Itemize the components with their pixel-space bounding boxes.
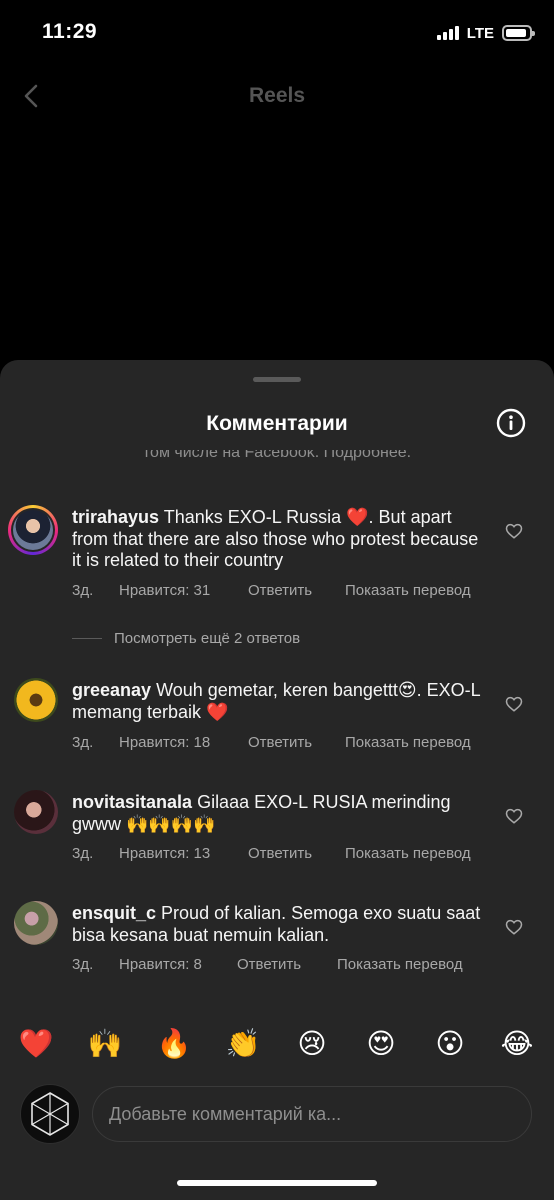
network-label: LTE: [466, 24, 494, 42]
reels-screen: 11:29 LTE Reels Комментарии том числе на…: [0, 0, 554, 1200]
clipped-notice-text: том числе на Facebook. Подробнее.: [142, 450, 412, 461]
comment-time: 3д.: [72, 956, 94, 973]
comment-item: trirahayus Thanks EXO-L Russia ❤️. But a…: [0, 505, 554, 647]
comment-composer: [0, 1084, 554, 1146]
like-button[interactable]: [505, 695, 523, 713]
info-icon: [496, 408, 526, 438]
comment-item: novitasitanala Gilaaa EXO-L RUSIA merind…: [0, 790, 554, 880]
status-time: 11:29: [42, 20, 98, 43]
translate-button[interactable]: Показать перевод: [345, 845, 471, 862]
emoji-raised-hands-button[interactable]: 🙌: [85, 1026, 125, 1062]
translate-button[interactable]: Показать перевод: [337, 956, 463, 973]
comment-meta: 3д. Нравится: 13 Ответить Показать перев…: [72, 845, 471, 862]
comment-input[interactable]: [92, 1086, 532, 1142]
heart-outline-icon: [505, 696, 523, 712]
status-bar: 11:29 LTE: [0, 0, 554, 66]
avatar[interactable]: [14, 790, 58, 834]
view-more-replies-label[interactable]: Посмотреть ещё 2 ответов: [114, 630, 300, 647]
signal-icon: [436, 26, 459, 40]
emoji-cry-button[interactable]: 😢: [292, 1026, 332, 1062]
comment-body: ensquit_c Proud of kalian. Semoga exo su…: [72, 903, 492, 946]
comment-username[interactable]: greeanay: [72, 680, 151, 700]
heart-outline-icon: [505, 919, 523, 935]
comment-meta: 3д. Нравится: 8 Ответить Показать перево…: [72, 956, 463, 973]
avatar[interactable]: [8, 505, 58, 555]
emoji-clap-button[interactable]: 👏: [223, 1026, 263, 1062]
like-button[interactable]: [505, 807, 523, 825]
comment-username[interactable]: novitasitanala: [72, 792, 192, 812]
comment-likes[interactable]: Нравится: 31: [119, 582, 248, 599]
comment-likes[interactable]: Нравится: 18: [119, 734, 248, 751]
top-nav: Reels: [0, 70, 554, 126]
info-button[interactable]: [496, 408, 526, 438]
emoji-surprised-button[interactable]: 😮: [430, 1026, 470, 1062]
comment-meta: 3д. Нравится: 18 Ответить Показать перев…: [72, 734, 471, 751]
heart-outline-icon: [505, 808, 523, 824]
replies-divider: [72, 637, 102, 639]
comment-likes[interactable]: Нравится: 13: [119, 845, 248, 862]
comment-time: 3д.: [72, 734, 94, 751]
comment-body: trirahayus Thanks EXO-L Russia ❤️. But a…: [72, 507, 492, 572]
page-title: Reels: [248, 84, 306, 107]
emoji-heart-button[interactable]: ❤️: [16, 1026, 56, 1062]
emoji-fire-button[interactable]: 🔥: [154, 1026, 194, 1062]
comment-time: 3д.: [72, 582, 94, 599]
comment-meta: 3д. Нравится: 31 Ответить Показать перев…: [72, 582, 471, 599]
sheet-title: Комментарии: [206, 412, 348, 435]
avatar[interactable]: [14, 678, 58, 722]
heart-outline-icon: [505, 523, 523, 539]
battery-icon: [502, 25, 535, 41]
reply-button[interactable]: Ответить: [237, 956, 337, 973]
comment-time: 3д.: [72, 845, 94, 862]
like-button[interactable]: [505, 522, 523, 540]
comments-sheet: Комментарии том числе на Facebook. Подро…: [0, 360, 554, 1200]
exo-logo-icon: [31, 1092, 69, 1136]
user-avatar[interactable]: [20, 1084, 80, 1144]
sheet-drag-handle[interactable]: [253, 377, 301, 382]
clipped-notice: том числе на Facebook. Подробнее.: [0, 450, 554, 462]
emoji-heart-eyes-button[interactable]: 😍: [361, 1026, 401, 1062]
home-indicator: [177, 1180, 377, 1186]
comment-body: greeanay Wouh gemetar, keren bangettt😍. …: [72, 680, 492, 723]
emoji-laugh-button[interactable]: 😂: [497, 1026, 537, 1062]
quick-emoji-bar: ❤️ 🙌 🔥 👏 😢 😍 😮 😂: [0, 1026, 554, 1062]
comment-item: ensquit_c Proud of kalian. Semoga exo su…: [0, 901, 554, 991]
translate-button[interactable]: Показать перевод: [345, 734, 471, 751]
view-more-replies[interactable]: Посмотреть ещё 2 ответов: [72, 628, 300, 648]
reply-button[interactable]: Ответить: [248, 582, 345, 599]
avatar[interactable]: [14, 901, 58, 945]
comment-likes[interactable]: Нравится: 8: [119, 956, 237, 973]
status-indicators: LTE: [436, 22, 535, 44]
comment-item: greeanay Wouh gemetar, keren bangettt😍. …: [0, 678, 554, 768]
like-button[interactable]: [505, 918, 523, 936]
comment-body: novitasitanala Gilaaa EXO-L RUSIA merind…: [72, 792, 492, 835]
comment-username[interactable]: ensquit_c: [72, 903, 156, 923]
comment-username[interactable]: trirahayus: [72, 507, 159, 527]
translate-button[interactable]: Показать перевод: [345, 582, 471, 599]
reply-button[interactable]: Ответить: [248, 734, 345, 751]
reply-button[interactable]: Ответить: [248, 845, 345, 862]
